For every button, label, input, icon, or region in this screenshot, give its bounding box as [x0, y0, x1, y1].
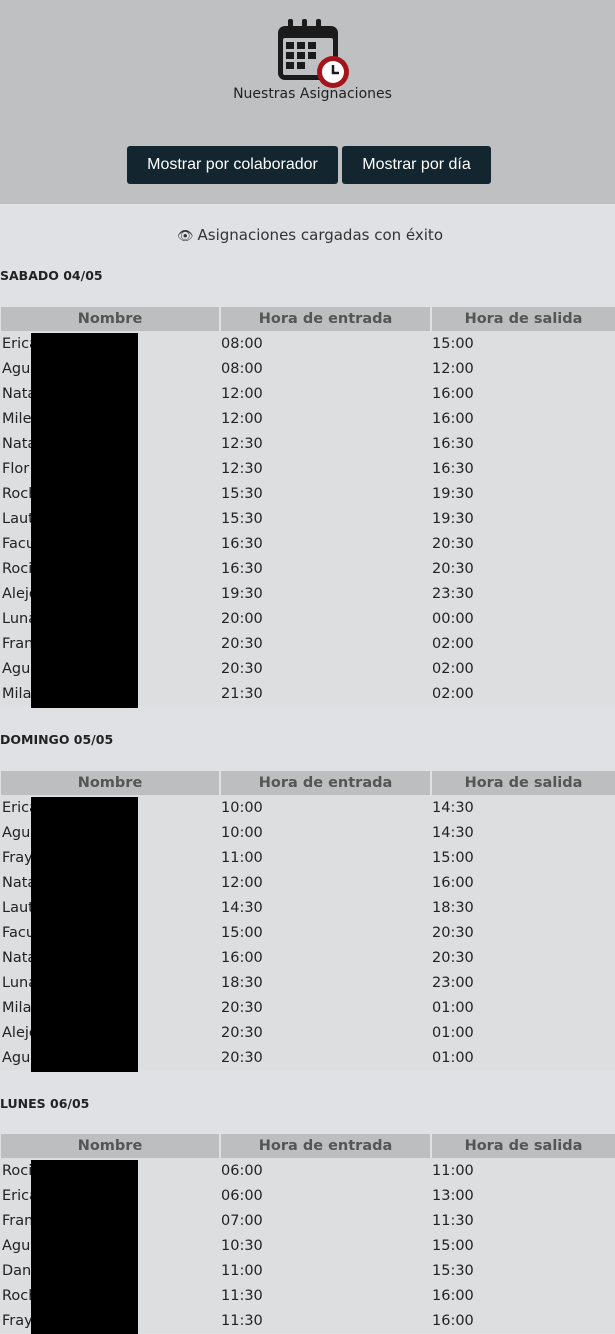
column-header-name: Nombre	[0, 307, 219, 331]
cell-exit-time: 14:30	[430, 795, 615, 820]
cell-exit-time: 16:30	[430, 431, 615, 456]
cell-entry-time: 16:00	[219, 945, 430, 970]
cell-entry-time: 12:00	[219, 381, 430, 406]
show-by-collaborator-button[interactable]: Mostrar por colaborador	[127, 146, 338, 184]
cell-exit-time: 11:00	[430, 1158, 615, 1183]
cell-exit-time: 20:30	[430, 945, 615, 970]
cell-exit-time: 11:30	[430, 1208, 615, 1233]
cell-exit-time: 16:00	[430, 381, 615, 406]
column-header-name: Nombre	[0, 771, 219, 795]
column-header-entry: Hora de entrada	[219, 1134, 430, 1158]
day-title: LUNES 06/05	[0, 1096, 90, 1111]
cell-exit-time: 15:00	[430, 845, 615, 870]
cell-exit-time: 16:00	[430, 1283, 615, 1308]
redaction-block	[31, 333, 138, 708]
cell-entry-time: 07:00	[219, 1208, 430, 1233]
column-header-entry: Hora de entrada	[219, 771, 430, 795]
cell-exit-time: 23:00	[430, 970, 615, 995]
cell-entry-time: 20:30	[219, 995, 430, 1020]
cell-entry-time: 16:30	[219, 556, 430, 581]
cell-entry-time: 18:30	[219, 970, 430, 995]
cell-entry-time: 10:00	[219, 795, 430, 820]
redaction-block	[31, 797, 138, 1072]
cell-exit-time: 16:00	[430, 1308, 615, 1333]
cell-entry-time: 10:00	[219, 820, 430, 845]
column-header-name: Nombre	[0, 1134, 219, 1158]
cell-entry-time: 21:30	[219, 681, 430, 706]
cell-entry-time: 06:00	[219, 1183, 430, 1208]
cell-exit-time: 20:30	[430, 556, 615, 581]
cell-entry-time: 08:00	[219, 331, 430, 356]
cell-entry-time: 12:00	[219, 406, 430, 431]
cell-entry-time: 11:30	[219, 1308, 430, 1333]
cell-entry-time: 12:30	[219, 431, 430, 456]
column-header-exit: Hora de salida	[430, 1134, 615, 1158]
cell-entry-time: 19:30	[219, 581, 430, 606]
status-message: 👁 Asignaciones cargadas con éxito	[0, 226, 615, 244]
cell-entry-time: 11:30	[219, 1283, 430, 1308]
cell-exit-time: 14:30	[430, 820, 615, 845]
cell-exit-time: 19:30	[430, 481, 615, 506]
cell-exit-time: 15:00	[430, 1233, 615, 1258]
cell-exit-time: 13:00	[430, 1183, 615, 1208]
cell-exit-time: 16:00	[430, 870, 615, 895]
page-title: Nuestras Asignaciones	[233, 86, 392, 102]
eye-icon: 👁	[176, 229, 194, 244]
cell-entry-time: 15:30	[219, 481, 430, 506]
cell-exit-time: 01:00	[430, 1020, 615, 1045]
cell-entry-time: 20:30	[219, 1045, 430, 1070]
calendar-clock-icon	[278, 19, 349, 88]
cell-exit-time: 01:00	[430, 995, 615, 1020]
cell-exit-time: 19:30	[430, 506, 615, 531]
cell-entry-time: 20:30	[219, 631, 430, 656]
cell-entry-time: 15:00	[219, 920, 430, 945]
cell-entry-time: 11:00	[219, 845, 430, 870]
day-title: SABADO 04/05	[0, 268, 103, 283]
cell-entry-time: 20:30	[219, 656, 430, 681]
cell-entry-time: 14:30	[219, 895, 430, 920]
cell-exit-time: 02:00	[430, 631, 615, 656]
header: Nuestras Asignaciones Mostrar por colabo…	[0, 0, 615, 204]
cell-exit-time: 23:30	[430, 581, 615, 606]
cell-entry-time: 12:00	[219, 870, 430, 895]
table-header-row: Nombre Hora de entrada Hora de salida	[0, 771, 615, 795]
redaction-block	[31, 1160, 138, 1334]
column-header-entry: Hora de entrada	[219, 307, 430, 331]
cell-exit-time: 02:00	[430, 681, 615, 706]
cell-exit-time: 15:30	[430, 1258, 615, 1283]
cell-exit-time: 20:30	[430, 531, 615, 556]
cell-entry-time: 11:00	[219, 1258, 430, 1283]
table-header-row: Nombre Hora de entrada Hora de salida	[0, 307, 615, 331]
table-header-row: Nombre Hora de entrada Hora de salida	[0, 1134, 615, 1158]
cell-entry-time: 12:30	[219, 456, 430, 481]
cell-exit-time: 16:30	[430, 456, 615, 481]
cell-exit-time: 01:00	[430, 1045, 615, 1070]
column-header-exit: Hora de salida	[430, 771, 615, 795]
cell-entry-time: 20:00	[219, 606, 430, 631]
cell-exit-time: 18:30	[430, 895, 615, 920]
show-by-day-button[interactable]: Mostrar por día	[342, 146, 491, 184]
cell-entry-time: 15:30	[219, 506, 430, 531]
cell-entry-time: 20:30	[219, 1020, 430, 1045]
cell-exit-time: 15:00	[430, 331, 615, 356]
cell-exit-time: 02:00	[430, 656, 615, 681]
status-text: Asignaciones cargadas con éxito	[197, 226, 444, 244]
cell-entry-time: 08:00	[219, 356, 430, 381]
cell-entry-time: 10:30	[219, 1233, 430, 1258]
cell-exit-time: 00:00	[430, 606, 615, 631]
cell-exit-time: 20:30	[430, 920, 615, 945]
cell-exit-time: 16:00	[430, 406, 615, 431]
day-title: DOMINGO 05/05	[0, 732, 114, 747]
cell-entry-time: 16:30	[219, 531, 430, 556]
cell-entry-time: 06:00	[219, 1158, 430, 1183]
cell-exit-time: 12:00	[430, 356, 615, 381]
column-header-exit: Hora de salida	[430, 307, 615, 331]
